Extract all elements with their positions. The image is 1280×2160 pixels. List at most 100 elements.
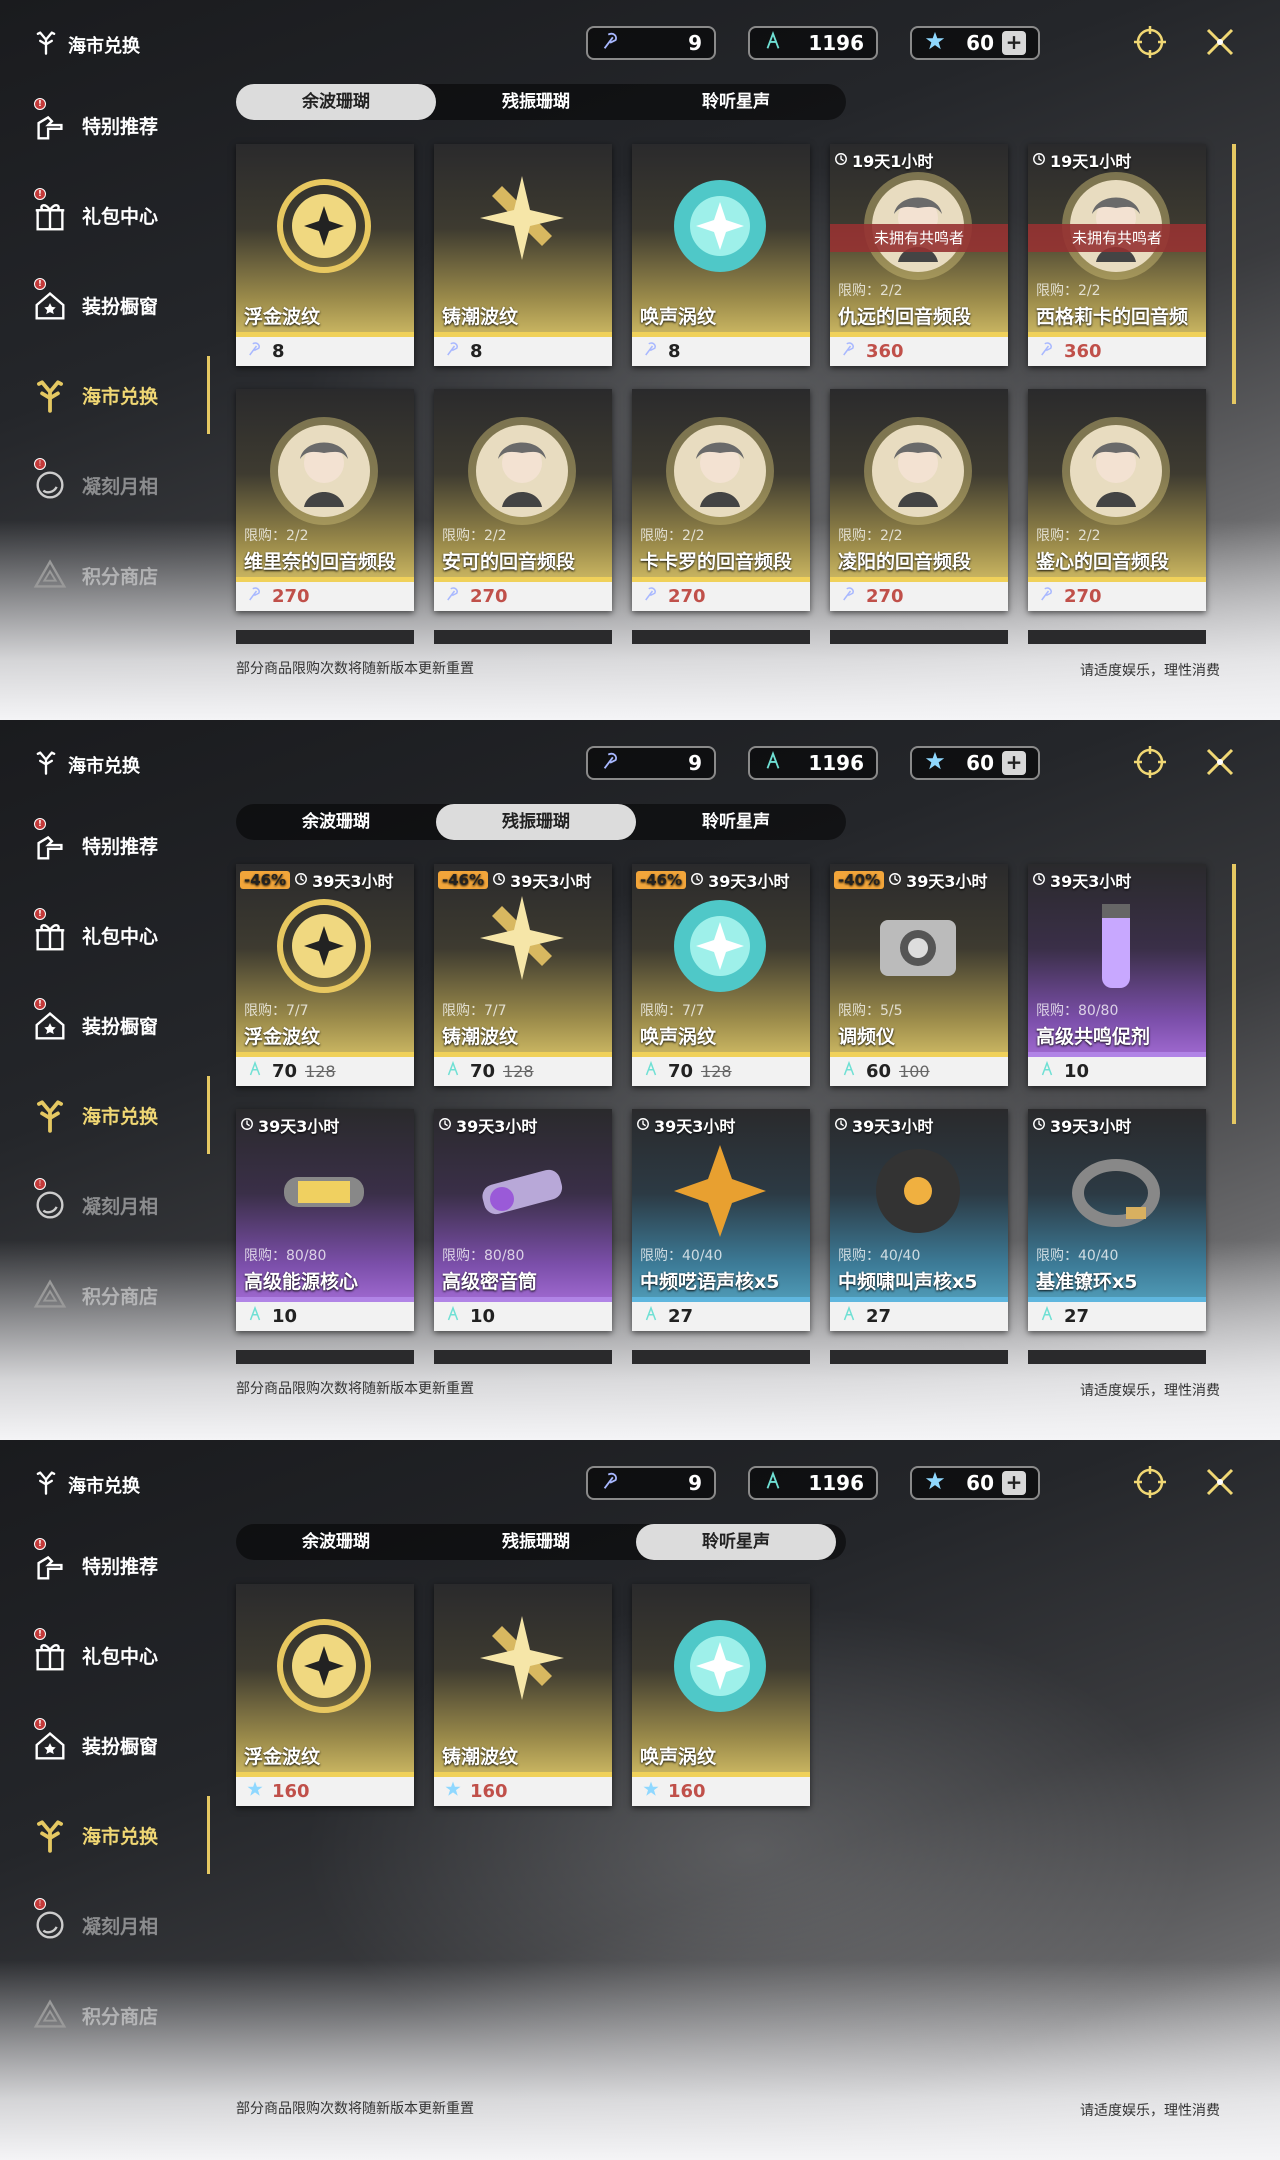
currency-amount: 1196 — [808, 751, 864, 775]
tab[interactable]: 余波珊瑚 — [236, 1524, 436, 1560]
shop-item-card[interactable]: 39天3小时 限购：80/80 高级密音筒 10 — [434, 1109, 612, 1331]
item-image — [1056, 886, 1176, 1006]
price-value: 10 — [1064, 1061, 1090, 1082]
scrollbar[interactable] — [1232, 144, 1236, 404]
star-currency-icon — [246, 1780, 264, 1803]
shop-item-card[interactable]: 39天3小时 限购：80/80 高级能源核心 10 — [236, 1109, 414, 1331]
shop-item-card[interactable]: 浮金波纹 8 — [236, 144, 414, 366]
sidebar-item[interactable]: ! 特别推荐 — [0, 80, 210, 170]
sidebar-item[interactable]: 积分商店 — [0, 1250, 210, 1340]
original-price: 100 — [899, 1062, 930, 1081]
price-row: 160 — [632, 1777, 810, 1806]
shop-item-card[interactable]: 19天1小时未拥有共鸣者限购：2/2西格莉卡的回音频段360 — [1028, 144, 1206, 366]
scrollbar[interactable] — [1232, 864, 1236, 1124]
price-value: 160 — [272, 1781, 310, 1802]
sidebar-item[interactable]: 海市兑换 — [0, 350, 210, 440]
price-row: 160 — [236, 1777, 414, 1806]
notification-dot: ! — [34, 98, 46, 110]
tab[interactable]: 聆听星声 — [636, 84, 836, 120]
tab[interactable]: 残振珊瑚 — [436, 804, 636, 840]
crystal-currency-icon — [762, 750, 784, 777]
item-name: 凌阳的回音频段 — [838, 551, 972, 573]
add-currency-button[interactable]: + — [1002, 1471, 1026, 1495]
sidebar-item[interactable]: ! 装扮橱窗 — [0, 260, 210, 350]
shop-item-card[interactable]: -46% 39天3小时 限购：7/7 铸潮波纹 70 128 — [434, 864, 612, 1086]
shop-item-card[interactable]: 限购：2/2 安可的回音频段 270 — [434, 389, 612, 611]
currency-counter: 60 + — [910, 746, 1040, 780]
price-row: 270 — [632, 582, 810, 611]
shop-item-card[interactable]: 限购：2/2 卡卡罗的回音频段 270 — [632, 389, 810, 611]
close-icon[interactable] — [1200, 742, 1240, 786]
shop-panel: 海市兑换! 特别推荐! 礼包中心! 装扮橱窗 海市兑换! 凝刻月相 积分商店 9 1196 60 +… — [0, 1440, 1280, 2160]
price-value: 270 — [272, 586, 310, 607]
crystal-currency-icon — [246, 1060, 264, 1083]
item-name: 浮金波纹 — [244, 306, 321, 328]
sidebar-item[interactable]: ! 凝刻月相 — [0, 1880, 210, 1970]
shop-item-card[interactable]: 铸潮波纹 160 — [434, 1584, 612, 1806]
sidebar-item[interactable]: ! 礼包中心 — [0, 1610, 210, 1700]
shop-item-card[interactable]: 唤声涡纹 160 — [632, 1584, 810, 1806]
shop-item-card[interactable]: 铸潮波纹 8 — [434, 144, 612, 366]
shop-item-card[interactable]: -46% 39天3小时 限购：7/7 唤声涡纹 70 128 — [632, 864, 810, 1086]
purchase-limit: 限购：7/7 — [640, 1003, 705, 1019]
sidebar-item[interactable]: 积分商店 — [0, 1970, 210, 2060]
item-image — [462, 886, 582, 1006]
shop-item-card[interactable]: 限购：2/2 维里奈的回音频段 270 — [236, 389, 414, 611]
crystal-currency-icon — [762, 1470, 784, 1497]
card-peek — [632, 630, 810, 644]
shop-item-card[interactable]: 浮金波纹 160 — [236, 1584, 414, 1806]
price-row: 270 — [1028, 582, 1206, 611]
screenshot-root: 海市兑换! 特别推荐! 礼包中心! 装扮橱窗 海市兑换! 凝刻月相 积分商店 9 1196 60 +… — [0, 0, 1280, 2160]
sidebar-item[interactable]: ! 装扮橱窗 — [0, 1700, 210, 1790]
sidebar-item[interactable]: ! 礼包中心 — [0, 170, 210, 260]
sidebar-item[interactable]: ! 特别推荐 — [0, 800, 210, 890]
shop-item-card[interactable]: 39天3小时 限购：40/40 基准镣环x5 27 — [1028, 1109, 1206, 1331]
shop-item-card[interactable]: 唤声涡纹 8 — [632, 144, 810, 366]
target-icon[interactable] — [1130, 1462, 1170, 1506]
shop-item-card[interactable]: 39天3小时 限购：40/40 中频啸叫声核x5 27 — [830, 1109, 1008, 1331]
item-name: 基准镣环x5 — [1036, 1271, 1138, 1293]
sidebar-item[interactable]: 积分商店 — [0, 530, 210, 620]
sidebar-item-label: 凝刻月相 — [82, 1195, 159, 1218]
tab[interactable]: 聆听星声 — [636, 804, 836, 840]
target-icon[interactable] — [1130, 742, 1170, 786]
coral-icon — [30, 375, 70, 415]
tab[interactable]: 余波珊瑚 — [236, 84, 436, 120]
purchase-limit: 限购：2/2 — [1036, 283, 1101, 299]
price-row: 8 — [434, 337, 612, 366]
tab[interactable]: 残振珊瑚 — [436, 84, 636, 120]
shop-item-card[interactable]: 39天3小时 限购：40/40 中频呓语声核x5 27 — [632, 1109, 810, 1331]
shop-item-card[interactable]: -46% 39天3小时 限购：7/7 浮金波纹 70 128 — [236, 864, 414, 1086]
sidebar-item[interactable]: ! 特别推荐 — [0, 1520, 210, 1610]
add-currency-button[interactable]: + — [1002, 751, 1026, 775]
shop-item-card[interactable]: 19天1小时 未拥有共鸣者 限购：2/2 仇远的回音频段 360 — [830, 144, 1008, 366]
sidebar-item-label: 积分商店 — [82, 565, 159, 588]
shop-item-card[interactable]: 限购：2/2 凌阳的回音频段 270 — [830, 389, 1008, 611]
price-row: 10 — [236, 1302, 414, 1331]
tab[interactable]: 余波珊瑚 — [236, 804, 436, 840]
add-currency-button[interactable]: + — [1002, 31, 1026, 55]
card-timer: -40% 39天3小时 — [834, 868, 988, 892]
sidebar-item[interactable]: 海市兑换 — [0, 1070, 210, 1160]
shop-item-card[interactable]: 限购：2/2 鉴心的回音频段 270 — [1028, 389, 1206, 611]
sidebar-item[interactable]: 海市兑换 — [0, 1790, 210, 1880]
card-timer: 39天3小时 — [438, 1113, 537, 1137]
clock-icon — [636, 1116, 650, 1135]
tab[interactable]: 聆听星声 — [636, 1524, 836, 1560]
sidebar-item[interactable]: ! 凝刻月相 — [0, 440, 210, 530]
sidebar-item[interactable]: ! 礼包中心 — [0, 890, 210, 980]
target-icon[interactable] — [1130, 22, 1170, 66]
close-icon[interactable] — [1200, 22, 1240, 66]
tab[interactable]: 残振珊瑚 — [436, 1524, 636, 1560]
sidebar-item[interactable]: ! 凝刻月相 — [0, 1160, 210, 1250]
purchase-limit: 限购：40/40 — [640, 1248, 723, 1264]
price-value: 27 — [866, 1306, 892, 1327]
sidebar-item[interactable]: ! 装扮橱窗 — [0, 980, 210, 1070]
close-icon[interactable] — [1200, 1462, 1240, 1506]
shop-item-card[interactable]: -40% 39天3小时 限购：5/5 调频仪 60 100 — [830, 864, 1008, 1086]
currency-bar: 9 1196 60 + — [586, 1466, 1040, 1500]
shop-item-card[interactable]: 39天3小时 限购：80/80 高级共鸣促剂 10 — [1028, 864, 1206, 1086]
item-image — [264, 1131, 384, 1251]
card-timer: -46% 39天3小时 — [438, 868, 592, 892]
feather-currency-icon — [600, 750, 622, 777]
